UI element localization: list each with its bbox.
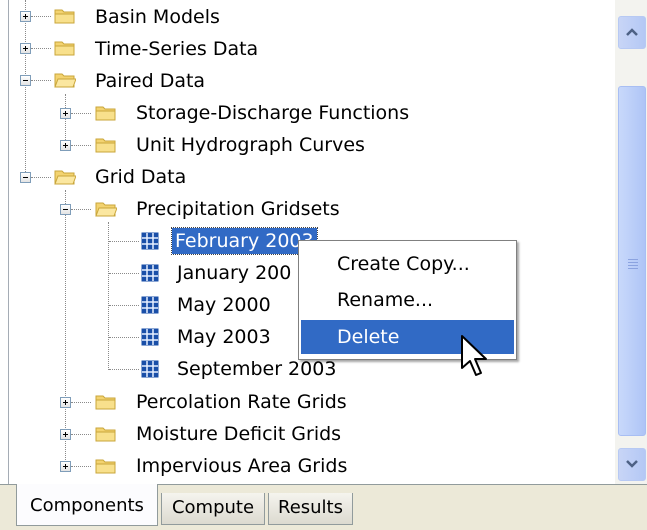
scroll-thumb[interactable] <box>618 86 646 436</box>
tree-item-percolation-rate-grids[interactable]: Percolation Rate Grids <box>136 389 347 415</box>
tree-branch <box>31 177 51 178</box>
gridset-icon <box>141 296 159 314</box>
tree-branch <box>31 16 51 17</box>
tree-item-basin-models[interactable]: Basin Models <box>95 4 220 30</box>
gridset-icon <box>141 232 159 250</box>
tree-guide-line <box>108 222 109 370</box>
expand-toggle[interactable] <box>20 11 31 22</box>
folder-icon <box>95 106 116 121</box>
tree-item-may-2003[interactable]: May 2003 <box>177 324 271 350</box>
grip-line <box>628 265 638 266</box>
tab-results[interactable]: Results <box>268 493 353 525</box>
chevron-up-icon <box>626 28 638 36</box>
grip-line <box>628 268 638 269</box>
tab-components[interactable]: Components <box>16 484 158 526</box>
tree-branch <box>71 209 91 210</box>
tree-branch <box>71 434 91 435</box>
tree-branch <box>31 80 51 81</box>
scroll-down-button[interactable] <box>618 448 646 481</box>
tree-guide-line <box>65 190 66 468</box>
open-folder-icon <box>95 202 117 217</box>
tree-branch <box>109 273 139 274</box>
tree-item-precipitation-gridsets[interactable]: Precipitation Gridsets <box>136 196 340 222</box>
tree-item-may-2000[interactable]: May 2000 <box>177 292 271 318</box>
tree-item-january-2003[interactable]: January 200 <box>177 260 291 286</box>
folder-icon <box>95 459 116 474</box>
chevron-down-icon <box>626 460 638 468</box>
tree-item-storage-discharge[interactable]: Storage-Discharge Functions <box>136 100 409 126</box>
mouse-cursor-icon <box>461 335 487 376</box>
collapse-toggle[interactable] <box>20 75 31 86</box>
grip-line <box>628 262 638 263</box>
vertical-scrollbar[interactable] <box>615 0 647 484</box>
expand-toggle[interactable] <box>60 140 71 151</box>
tree-branch <box>109 369 139 370</box>
gridset-icon <box>141 264 159 282</box>
tree-branch <box>71 145 91 146</box>
folder-icon <box>95 395 116 410</box>
expand-toggle[interactable] <box>60 429 71 440</box>
open-folder-icon <box>54 170 76 185</box>
tree-branch <box>109 337 139 338</box>
expand-toggle[interactable] <box>60 461 71 472</box>
scroll-up-button[interactable] <box>618 16 646 49</box>
tab-compute[interactable]: Compute <box>161 493 265 525</box>
tree-branch <box>71 113 91 114</box>
folder-icon <box>54 41 75 56</box>
expand-toggle[interactable] <box>20 43 31 54</box>
folder-icon <box>95 138 116 153</box>
collapse-toggle[interactable] <box>20 172 31 183</box>
tree-item-grid-data[interactable]: Grid Data <box>95 164 186 190</box>
tab-strip: Components Compute Results <box>0 484 647 530</box>
tree-branch <box>71 402 91 403</box>
tree-item-time-series-data[interactable]: Time-Series Data <box>95 36 258 62</box>
watershed-explorer: Basin Models Time-Series Data Paired Dat… <box>0 0 647 530</box>
tree-item-unit-hydrograph[interactable]: Unit Hydrograph Curves <box>136 132 365 158</box>
tree-branch <box>31 48 51 49</box>
tree-branch <box>71 466 91 467</box>
expand-toggle[interactable] <box>60 397 71 408</box>
tree-item-moisture-deficit-grids[interactable]: Moisture Deficit Grids <box>136 421 341 447</box>
collapse-toggle[interactable] <box>60 204 71 215</box>
menu-item-create-copy[interactable]: Create Copy... <box>301 247 514 281</box>
tree-item-paired-data[interactable]: Paired Data <box>95 68 205 94</box>
folder-icon <box>54 9 75 24</box>
tree-item-february-2003[interactable]: February 2003 <box>171 227 318 255</box>
tree-branch <box>109 241 139 242</box>
tree-branch <box>109 305 139 306</box>
tree-guide-line <box>25 0 26 180</box>
folder-icon <box>95 427 116 442</box>
tree-item-impervious-area-grids[interactable]: Impervious Area Grids <box>136 453 347 479</box>
grip-line <box>628 259 638 260</box>
expand-toggle[interactable] <box>60 108 71 119</box>
tree-guide-line <box>65 94 66 146</box>
gridset-icon <box>141 328 159 346</box>
menu-item-rename[interactable]: Rename... <box>301 283 514 317</box>
gridset-icon <box>141 360 159 378</box>
open-folder-icon <box>54 73 76 88</box>
